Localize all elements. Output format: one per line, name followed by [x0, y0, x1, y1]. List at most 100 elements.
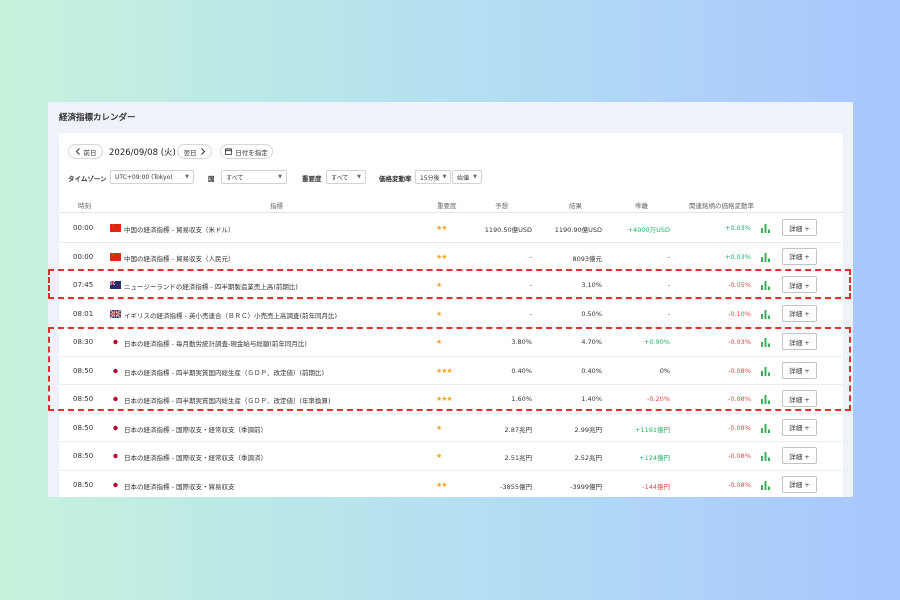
row-price-change: -0.08% [728, 480, 751, 489]
chevron-right-icon [200, 148, 205, 155]
table-row: 00:00 中国の経済指標 - 貿易収支（米ドル） ★★ 1190.50億USD 119… [59, 214, 843, 243]
pick-date-button[interactable]: 日付を指定 [220, 144, 273, 159]
timezone-label: タイムゾーン [68, 175, 107, 183]
next-day-button[interactable]: 翌日 [177, 144, 212, 159]
row-time: 08:30 [73, 338, 94, 346]
detail-button[interactable]: 詳細 + [782, 447, 817, 464]
row-forecast: - [529, 309, 532, 318]
bar-chart-icon[interactable] [761, 224, 770, 233]
country-value: すべて [226, 174, 244, 182]
bar-chart-icon[interactable] [761, 309, 770, 319]
row-forecast: 1.60% [511, 395, 532, 403]
row-price-change: -0.08% [728, 423, 751, 432]
row-indicator: 日本の経済指標 - 国際収支・貿易収支 [124, 482, 235, 491]
bar-chart-icon[interactable] [761, 395, 770, 404]
uk-flag-icon [109, 308, 122, 319]
importance-select[interactable]: すべて ▼ [326, 170, 366, 184]
importance-stars: ★★ [436, 480, 448, 489]
detail-button[interactable]: 詳細 + [782, 418, 817, 436]
detail-button[interactable]: 詳細 + [782, 219, 817, 236]
importance-stars: ★ [436, 281, 442, 289]
table-header: 時刻 指標 重要度 予想 結果 乖離 関連銘柄の価格変動率 [59, 195, 843, 213]
bar-chart-icon[interactable] [761, 366, 770, 376]
row-result: 4.70% [581, 338, 602, 346]
row-price-change: -0.03% [728, 338, 751, 346]
panel-title: 経済指標カレンダー [59, 113, 136, 123]
detail-button[interactable]: 詳細 + [782, 276, 817, 293]
chevron-down-icon: ▼ [473, 174, 477, 180]
price-basis-value: 始値 [457, 174, 470, 182]
row-indicator: イギリスの経済指標 - 英小売連合（ＢＲＣ）小売売上高調査(前年同月比) [124, 311, 338, 320]
chevron-down-icon: ▼ [278, 174, 282, 180]
detail-button[interactable]: 詳細 + [782, 304, 817, 322]
detail-button[interactable]: 詳細 + [782, 475, 817, 493]
table-row: 00:00 中国の経済指標 - 貿易収支（人民元） ★★ - 8093億元 - +0.03%… [59, 243, 843, 271]
table-row: 07:45 ニュージーランドの経済指標 - 四半期製造業売上高(前期比) ★ - 3.1… [59, 271, 843, 300]
timezone-select[interactable]: UTC+09:00 (Tokyo) ▼ [110, 170, 194, 184]
table-row: 08:50 日本の経済指標 - 国際収支・経常収支（季調前） ★ 2.87兆円 2.99… [59, 414, 843, 442]
importance-stars: ★ [436, 452, 442, 460]
table-row: 08:50 日本の経済指標 - 国際収支・経常収支（季調済） ★ 2.51兆円 2.52… [59, 442, 843, 471]
row-time: 07:45 [73, 281, 94, 289]
china-flag-icon [110, 224, 121, 232]
row-indicator: 日本の経済指標 - 四半期実質国内総生産（ＧＤＰ、改定値）(年率換算) [124, 397, 331, 405]
current-date: 2026/09/08 (火) [109, 148, 176, 158]
detail-button[interactable]: 詳細 + [782, 333, 817, 350]
japan-flag-icon [110, 423, 121, 432]
row-deviation: 0% [659, 366, 670, 375]
row-forecast: 2.51兆円 [504, 454, 532, 462]
importance-stars: ★ [436, 338, 442, 346]
row-indicator: 中国の経済指標 - 貿易収支（米ドル） [124, 226, 235, 234]
row-result: 1.40% [581, 395, 602, 403]
price-basis-select[interactable]: 始値 ▼ [452, 170, 482, 184]
chevron-down-icon: ▼ [357, 174, 361, 180]
importance-stars: ★ [436, 309, 442, 318]
timezone-value: UTC+09:00 (Tokyo) [115, 173, 173, 181]
bar-chart-icon[interactable] [761, 338, 770, 347]
bar-chart-icon[interactable] [761, 281, 770, 290]
bar-chart-icon[interactable] [761, 252, 770, 262]
row-result: 0.50% [581, 309, 602, 318]
calendar-icon [225, 148, 233, 155]
bar-chart-icon[interactable] [761, 423, 770, 433]
row-deviation: +4000万USD [627, 226, 670, 234]
row-time: 08:50 [73, 452, 94, 460]
row-forecast: 1190.50億USD [484, 226, 532, 234]
header-indicator: 指標 [270, 202, 283, 210]
header-price-change: 関連銘柄の価格変動率 [689, 202, 754, 210]
detail-button[interactable]: 詳細 + [782, 390, 817, 407]
table-row: 08:30 日本の経済指標 - 毎月勤労統計調査-現金給与総額(前年同月比) ★ 3.… [59, 328, 843, 357]
row-time: 08:50 [73, 395, 94, 403]
prev-day-button[interactable]: 前日 [68, 144, 103, 159]
row-deviation: -144億円 [642, 482, 670, 491]
interval-value: 15分後 [420, 174, 440, 182]
row-time: 00:00 [73, 252, 94, 261]
row-deviation: +1191億円 [635, 425, 670, 434]
header-time: 時刻 [78, 202, 91, 210]
row-deviation: - [667, 309, 670, 318]
bar-chart-icon[interactable] [761, 452, 770, 461]
interval-select[interactable]: 15分後 ▼ [415, 170, 451, 184]
importance-stars: ★★★ [436, 395, 453, 403]
country-select[interactable]: すべて ▼ [221, 170, 287, 184]
detail-button[interactable]: 詳細 + [782, 247, 817, 265]
row-time: 08:50 [73, 480, 94, 489]
row-result: 1190.90億USD [554, 226, 602, 234]
detail-button[interactable]: 詳細 + [782, 361, 817, 379]
row-price-change: -0.08% [728, 452, 751, 460]
row-indicator: 日本の経済指標 - 国際収支・経常収支（季調済） [124, 454, 267, 462]
row-deviation: - [667, 252, 670, 261]
row-forecast: - [529, 252, 532, 261]
row-price-change: +0.03% [724, 252, 751, 261]
row-deviation: - [667, 281, 670, 289]
row-indicator: 日本の経済指標 - 国際収支・経常収支（季調前） [124, 425, 267, 434]
importance-stars: ★ [436, 423, 442, 432]
importance-stars: ★★★ [436, 366, 453, 375]
row-time: 08:01 [73, 309, 94, 318]
japan-flag-icon [110, 395, 121, 403]
row-price-change: -0.08% [728, 366, 751, 375]
row-result: -3999億円 [570, 482, 602, 491]
bar-chart-icon[interactable] [761, 480, 770, 490]
country-label: 国 [208, 175, 215, 183]
importance-label: 重要度 [302, 175, 322, 183]
